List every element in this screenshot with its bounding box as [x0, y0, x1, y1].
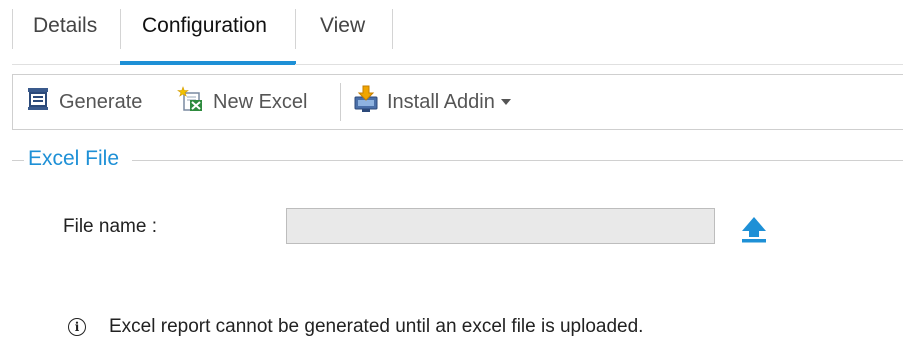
new-excel-label: New Excel	[213, 90, 308, 113]
upload-icon	[740, 217, 768, 247]
tab-divider	[295, 9, 296, 49]
chevron-down-icon[interactable]	[500, 99, 511, 105]
group-border	[132, 160, 903, 161]
tab-baseline	[12, 64, 120, 65]
new-excel-icon	[177, 85, 205, 119]
info-message: i Excel report cannot be generated until…	[68, 316, 643, 338]
group-title: Excel File	[28, 147, 120, 170]
generate-icon	[25, 86, 51, 118]
toolbar-divider	[340, 83, 341, 121]
info-text: Excel report cannot be generated until a…	[109, 316, 644, 337]
tab-divider	[392, 9, 393, 49]
install-addin-icon	[353, 85, 379, 119]
file-name-label: File name :	[63, 216, 157, 237]
tab-details[interactable]: Details	[33, 14, 97, 38]
tab-configuration[interactable]: Configuration	[142, 14, 267, 38]
tab-view[interactable]: View	[320, 14, 365, 38]
file-name-input[interactable]	[286, 208, 715, 244]
install-addin-button[interactable]: Install Addin	[353, 75, 511, 129]
generate-label: Generate	[59, 90, 143, 113]
info-icon: i	[68, 318, 86, 336]
tab-baseline	[295, 64, 903, 65]
group-border	[12, 160, 24, 161]
generate-button[interactable]: Generate	[25, 75, 142, 129]
new-excel-button[interactable]: New Excel	[177, 75, 307, 129]
upload-button[interactable]	[740, 215, 768, 243]
tab-bar: Details Configuration View	[0, 0, 903, 66]
tab-divider	[12, 9, 13, 49]
install-addin-label: Install Addin	[387, 90, 495, 113]
active-tab-indicator	[120, 61, 296, 65]
tab-divider	[120, 9, 121, 49]
toolbar: Generate New Excel Install Addin	[12, 74, 903, 130]
